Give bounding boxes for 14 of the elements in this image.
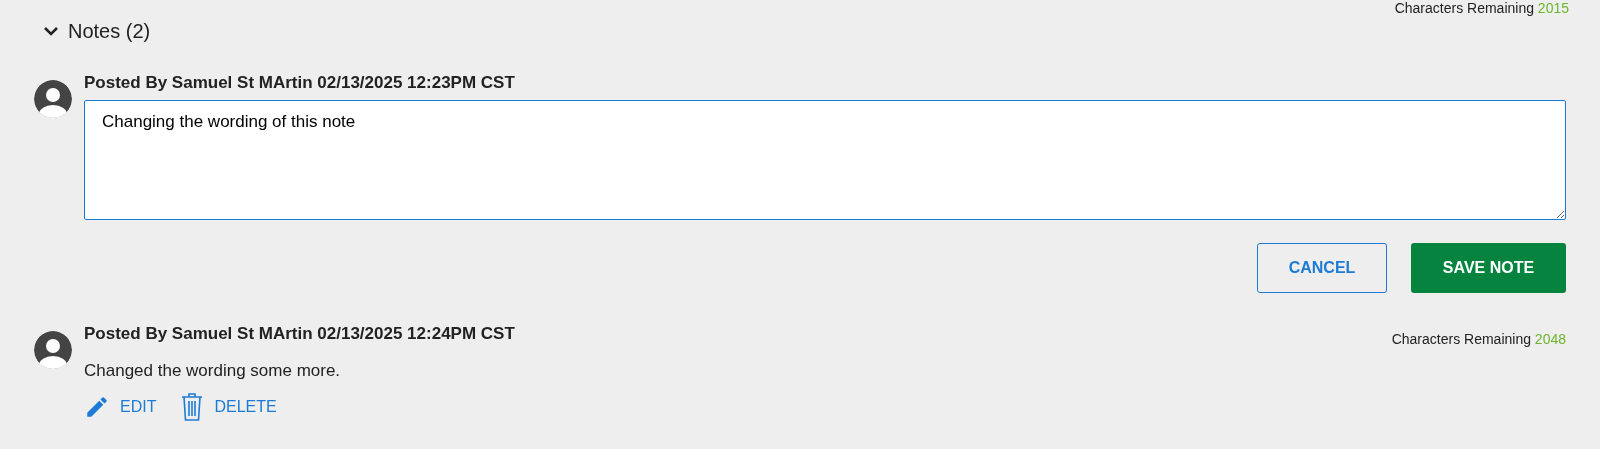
trash-icon [180, 391, 205, 422]
note-field[interactable]: Changing the wording of this note [84, 99, 1566, 220]
characters-remaining: Characters Remaining 2048 [1391, 330, 1566, 349]
avatar-icon [34, 331, 72, 369]
avatar-icon [34, 80, 72, 118]
posted-by-text: Posted By Samuel St MArtin 02/13/2025 12:23PM CST [84, 72, 516, 94]
posted-by-text: Posted By Samuel St MArtin 02/13/2025 12:24PM CST [84, 323, 515, 345]
delete-button[interactable]: DELETE [180, 391, 277, 422]
cancel-button[interactable]: CANCEL [1257, 243, 1387, 293]
save-note-button[interactable]: SAVE NOTE [1411, 243, 1566, 293]
edit-button[interactable]: EDIT [84, 391, 157, 422]
section-title[interactable]: Notes (2) [68, 16, 151, 46]
note-text: Changed the wording some more. [84, 360, 342, 382]
characters-remaining: Characters Remaining 2015 [1394, 0, 1569, 16]
